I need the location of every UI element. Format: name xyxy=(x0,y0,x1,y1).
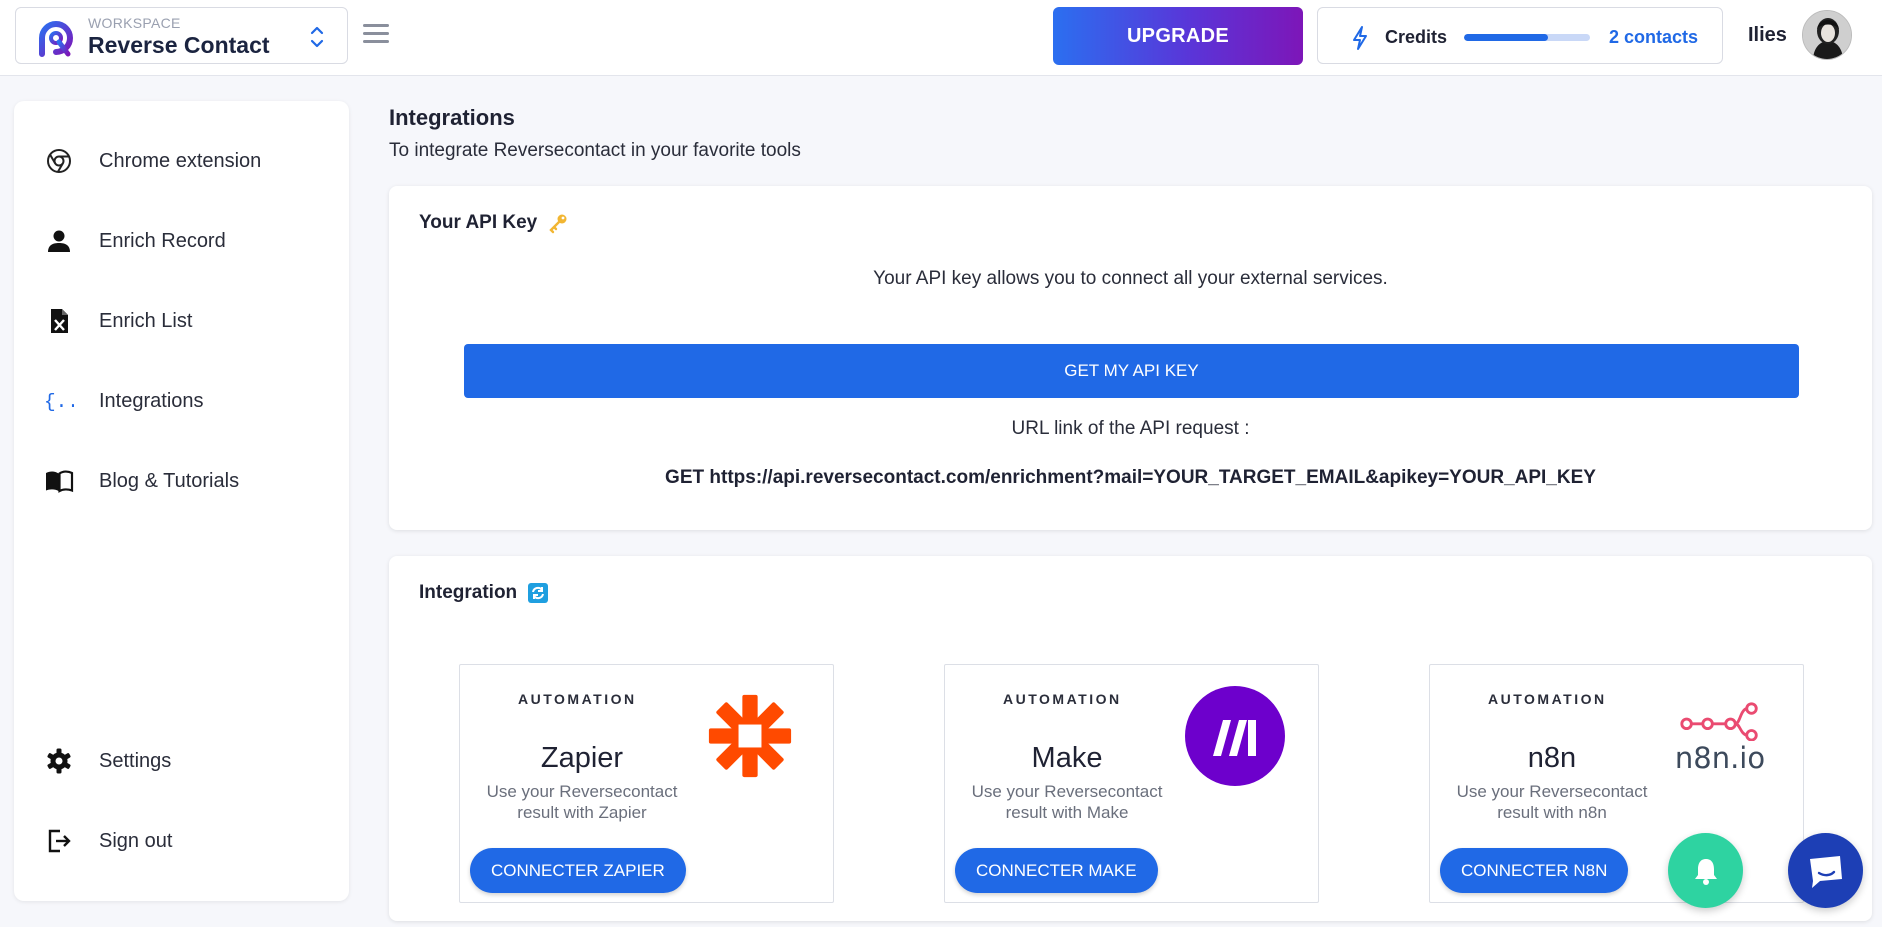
tile-description: Use your Reversecontact result with n8n xyxy=(1430,781,1674,823)
tile-kicker: AUTOMATION xyxy=(1003,691,1122,707)
tile-kicker: AUTOMATION xyxy=(1488,691,1607,707)
api-key-description: Your API key allows you to connect all y… xyxy=(873,268,1388,289)
connect-zapier-button[interactable]: CONNECTER ZAPIER xyxy=(470,848,686,893)
n8n-logo-text: n8n.io xyxy=(1674,741,1766,775)
sidebar: Chrome extension Enrich Record Enrich Li… xyxy=(14,101,349,901)
person-icon xyxy=(44,226,74,256)
credits-progress-fill xyxy=(1464,34,1549,41)
tile-description: Use your Reversecontact result with Make xyxy=(945,781,1189,823)
get-api-key-button[interactable]: GET MY API KEY xyxy=(464,344,1799,398)
tile-description-line: result with Zapier xyxy=(517,803,647,822)
key-icon xyxy=(549,214,567,234)
credits-count: 2 contacts xyxy=(1609,27,1699,47)
upgrade-button[interactable]: UPGRADE xyxy=(1053,7,1303,65)
gear-icon xyxy=(44,746,74,776)
tile-name: n8n xyxy=(1527,742,1577,774)
connect-make-button[interactable]: CONNECTER MAKE xyxy=(955,848,1158,893)
book-icon xyxy=(44,466,74,496)
sidebar-item-label: Chrome extension xyxy=(99,149,262,172)
sidebar-item-sign-out[interactable]: Sign out xyxy=(14,811,349,871)
api-key-card: Your API Key Your API key allows you to … xyxy=(389,186,1872,530)
refresh-icon xyxy=(528,583,549,603)
credits-label: Credits xyxy=(1385,27,1448,47)
integration-card: Integration AUTOMATION Zapier Use your R… xyxy=(389,556,1872,921)
sidebar-item-label: Blog & Tutorials xyxy=(99,469,240,492)
sidebar-item-integrations[interactable]: {..} Integrations xyxy=(14,371,349,431)
page-title: Integrations xyxy=(389,105,515,130)
sidebar-item-blog-tutorials[interactable]: Blog & Tutorials xyxy=(14,451,349,511)
sidebar-item-chrome-extension[interactable]: Chrome extension xyxy=(14,131,349,191)
chat-icon xyxy=(1809,855,1842,888)
tile-description-line: result with n8n xyxy=(1497,803,1607,822)
workspace-name: Reverse Contact xyxy=(88,32,270,58)
integration-tile-make: AUTOMATION Make Use your Reversecontact … xyxy=(944,664,1319,903)
sidebar-item-enrich-list[interactable]: Enrich List xyxy=(14,291,349,351)
api-key-card-title: Your API Key xyxy=(419,212,538,233)
api-url-label: URL link of the API request : xyxy=(1011,418,1250,439)
bell-icon xyxy=(1694,858,1717,885)
chrome-icon xyxy=(44,146,74,176)
make-logo xyxy=(1180,685,1290,787)
sidebar-item-label: Settings xyxy=(99,749,172,772)
integration-card-title: Integration xyxy=(419,582,518,603)
tile-kicker: AUTOMATION xyxy=(518,691,637,707)
integration-tile-n8n: AUTOMATION n8n Use your Reversecontact r… xyxy=(1429,664,1804,903)
integration-tile-zapier: AUTOMATION Zapier Use your Reversecontac… xyxy=(459,664,834,903)
hamburger-menu-icon[interactable] xyxy=(363,24,391,48)
sign-out-icon xyxy=(44,826,74,856)
tile-description-line: Use your Reversecontact xyxy=(1456,782,1648,801)
reverse-contact-logo xyxy=(39,21,74,57)
tile-description-line: Use your Reversecontact xyxy=(971,782,1163,801)
svg-text:{..}: {..} xyxy=(44,391,74,413)
credits-widget[interactable]: Credits 2 contacts xyxy=(1317,7,1723,64)
sidebar-item-settings[interactable]: Settings xyxy=(14,731,349,791)
curly-braces-icon: {..} xyxy=(44,386,74,416)
zapier-logo xyxy=(695,685,805,787)
workspace-kicker: WORKSPACE xyxy=(88,15,181,31)
avatar-image xyxy=(1803,11,1851,59)
n8n-logo: n8n.io xyxy=(1665,685,1775,787)
api-url: GET https://api.reversecontact.com/enric… xyxy=(665,467,1596,488)
tile-description-line: result with Make xyxy=(1005,803,1129,822)
top-bar: WORKSPACE Reverse Contact UPGRADE Credit… xyxy=(0,0,1882,76)
avatar[interactable] xyxy=(1802,10,1852,60)
user-name[interactable]: Ilies xyxy=(1748,24,1787,47)
sidebar-item-label: Enrich Record xyxy=(99,229,226,252)
tile-description: Use your Reversecontact result with Zapi… xyxy=(460,781,704,823)
chat-button[interactable] xyxy=(1788,833,1863,908)
excel-file-icon xyxy=(44,306,74,336)
lightning-icon xyxy=(1353,26,1367,50)
credits-progress-bar xyxy=(1464,34,1590,41)
page-subtitle: To integrate Reversecontact in your favo… xyxy=(389,140,801,161)
sidebar-item-label: Integrations xyxy=(99,389,204,412)
tile-description-line: Use your Reversecontact xyxy=(486,782,678,801)
tile-name: Zapier xyxy=(540,742,624,774)
workspace-switcher[interactable]: WORKSPACE Reverse Contact xyxy=(15,7,348,64)
tile-name: Make xyxy=(1031,742,1103,774)
sidebar-item-label: Sign out xyxy=(99,829,173,852)
notifications-button[interactable] xyxy=(1668,833,1743,908)
chevron-up-down-icon xyxy=(310,26,324,48)
sidebar-item-label: Enrich List xyxy=(99,309,193,332)
sidebar-item-enrich-record[interactable]: Enrich Record xyxy=(14,211,349,271)
connect-n8n-button[interactable]: CONNECTER N8N xyxy=(1440,848,1629,893)
